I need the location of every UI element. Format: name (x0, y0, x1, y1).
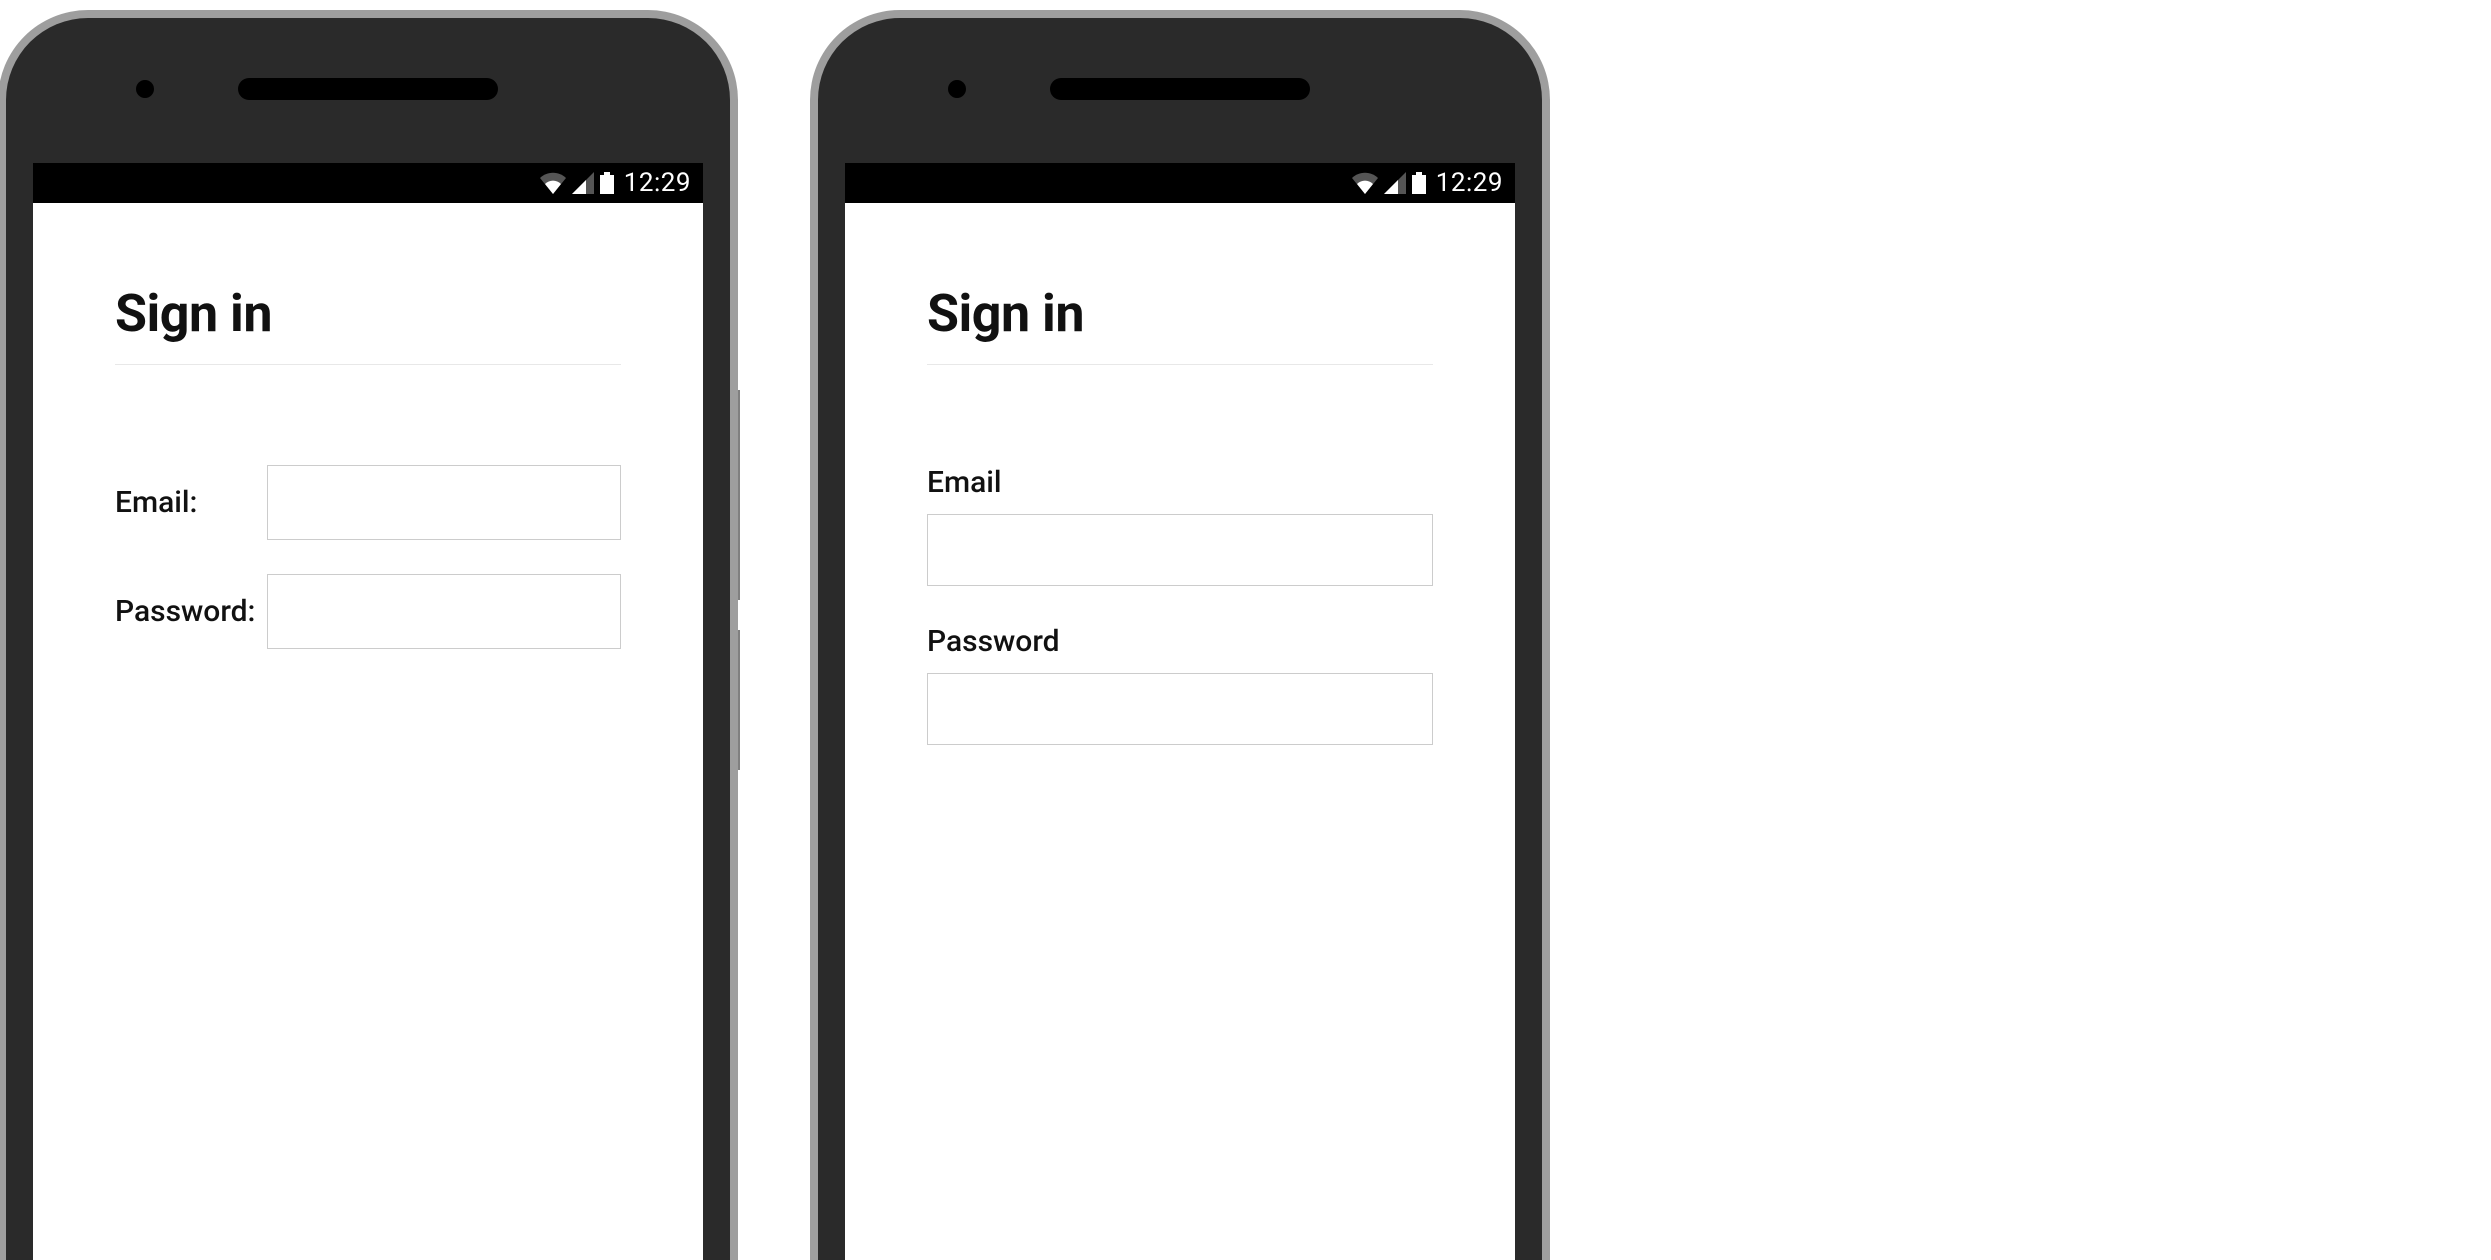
status-bar: 12:29 (845, 163, 1515, 203)
cell-signal-icon (1384, 172, 1406, 194)
email-field[interactable] (267, 465, 621, 540)
wifi-icon (1352, 172, 1378, 194)
phone-bezel: 12:29 Sign in Email Password (818, 18, 1542, 1260)
side-button-icon (738, 630, 740, 770)
screen: 12:29 Sign in Email: Password: (33, 163, 703, 1260)
status-bar: 12:29 (33, 163, 703, 203)
phone-shell: 12:29 Sign in Email Password (810, 10, 1550, 1260)
password-label: Password: (115, 594, 267, 629)
email-row: Email (927, 465, 1433, 586)
email-label: Email: (115, 485, 267, 520)
status-time: 12:29 (624, 168, 691, 198)
page-content: Sign in Email: Password: (33, 203, 703, 649)
email-label: Email (927, 465, 1433, 500)
camera-dot-icon (948, 80, 966, 98)
status-time: 12:29 (1436, 168, 1503, 198)
password-row: Password: (115, 574, 621, 649)
email-row: Email: (115, 465, 621, 540)
page-title: Sign in (927, 283, 1433, 365)
password-field[interactable] (267, 574, 621, 649)
email-field[interactable] (927, 514, 1433, 586)
page-title: Sign in (115, 283, 621, 365)
phone-mockup-left: 12:29 Sign in Email: Password: (0, 10, 740, 1260)
phone-mockup-right: 12:29 Sign in Email Password (810, 10, 1550, 1260)
password-row: Password (927, 624, 1433, 745)
cell-signal-icon (572, 172, 594, 194)
phone-shell: 12:29 Sign in Email: Password: (0, 10, 738, 1260)
wifi-icon (540, 172, 566, 194)
speaker-grille-icon (238, 78, 498, 100)
page-content: Sign in Email Password (845, 203, 1515, 745)
camera-dot-icon (136, 80, 154, 98)
password-label: Password (927, 624, 1433, 659)
speaker-grille-icon (1050, 78, 1310, 100)
side-button-icon (738, 390, 740, 600)
battery-icon (1412, 172, 1426, 194)
password-field[interactable] (927, 673, 1433, 745)
screen: 12:29 Sign in Email Password (845, 163, 1515, 1260)
phone-bezel: 12:29 Sign in Email: Password: (6, 18, 730, 1260)
battery-icon (600, 172, 614, 194)
